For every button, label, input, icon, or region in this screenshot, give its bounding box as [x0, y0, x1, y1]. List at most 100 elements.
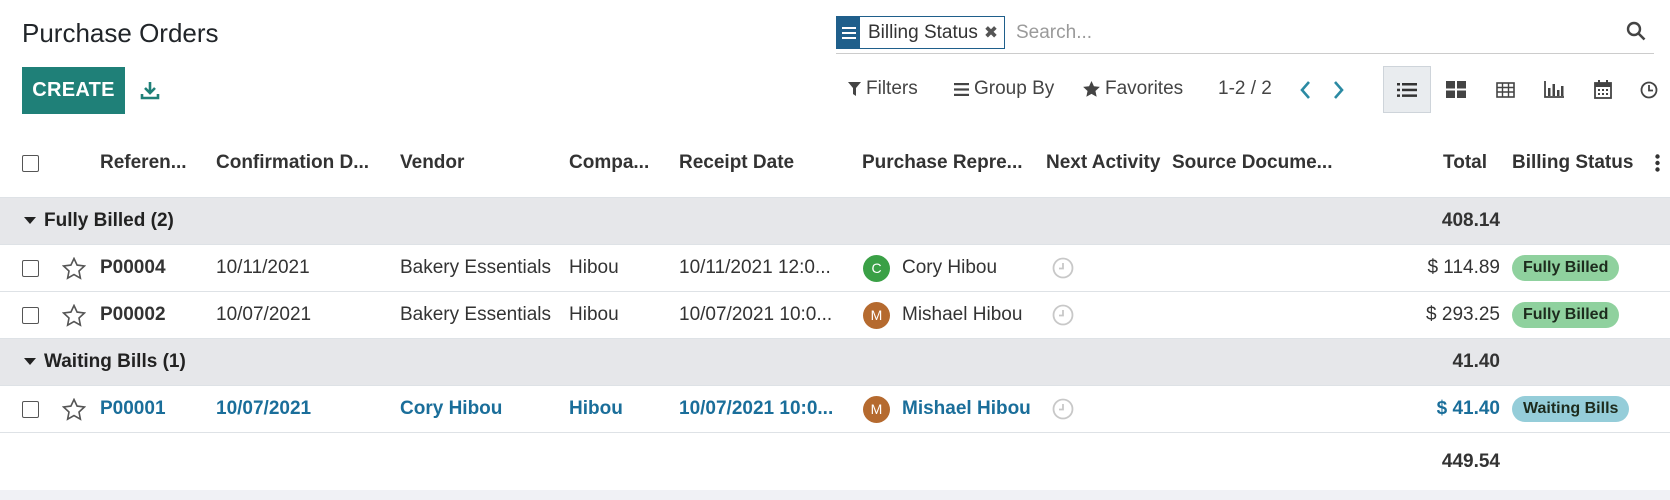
cell-vendor: Cory Hibou — [400, 398, 503, 419]
table-row[interactable]: P00004 10/11/2021 Bakery Essentials Hibo… — [0, 245, 1670, 292]
table-row[interactable]: P00001 10/07/2021 Cory Hibou Hibou 10/07… — [0, 386, 1670, 433]
facet-label: Billing Status — [868, 21, 978, 43]
column-header-purchase-representative[interactable]: Purchase Repre... — [862, 129, 1042, 197]
avatar: M — [863, 301, 890, 329]
cell-billing-status: Fully Billed — [1512, 292, 1652, 338]
pivot-view-icon — [1495, 81, 1515, 98]
cell-reference: P00002 — [100, 304, 166, 325]
table-row[interactable]: P00002 10/07/2021 Bakery Essentials Hibo… — [0, 292, 1670, 339]
representative-name: Mishael Hibou — [902, 304, 1023, 325]
cell-source-document — [1172, 245, 1347, 291]
clock-icon — [1052, 304, 1074, 326]
grand-total: 449.54 — [1441, 450, 1500, 472]
pager-value[interactable]: 1-2 / 2 — [1218, 78, 1272, 100]
chevron-left-icon — [1299, 81, 1310, 99]
column-header-confirmation-date[interactable]: Confirmation D... — [216, 129, 374, 197]
column-header-billing-status[interactable]: Billing Status — [1512, 129, 1642, 197]
cell-reference: P00001 — [100, 398, 166, 419]
filter-icon — [848, 82, 861, 96]
group-by-dropdown[interactable]: Group By — [954, 78, 1054, 100]
cell-receipt-date: 10/07/2021 10:0... — [679, 304, 833, 325]
activity-view-button[interactable] — [1628, 66, 1670, 113]
column-header-total[interactable]: Total — [1380, 129, 1487, 197]
priority-star[interactable] — [62, 292, 88, 338]
priority-star[interactable] — [62, 386, 88, 432]
group-row-waiting-bills[interactable]: Waiting Bills (1) 41.40 — [0, 339, 1670, 386]
cell-next-activity[interactable] — [1052, 292, 1082, 338]
avatar: C — [863, 254, 890, 282]
cell-billing-status: Fully Billed — [1512, 245, 1652, 291]
calendar-view-button[interactable] — [1579, 66, 1627, 113]
pager-next-button[interactable] — [1328, 78, 1348, 102]
status-badge: Fully Billed — [1512, 302, 1620, 328]
cell-purchase-representative: M Mishael Hibou — [863, 292, 1043, 338]
column-header-receipt-date[interactable]: Receipt Date — [679, 129, 849, 197]
column-header-reference[interactable]: Referen... — [100, 129, 200, 197]
cell-company: Hibou — [569, 304, 619, 325]
status-badge: Waiting Bills — [1512, 396, 1630, 422]
cell-reference: P00004 — [100, 257, 166, 278]
pivot-view-button[interactable] — [1481, 66, 1529, 113]
representative-name: Mishael Hibou — [902, 398, 1031, 419]
caret-down-icon — [24, 217, 36, 224]
column-header-company[interactable]: Compa... — [569, 129, 664, 197]
status-badge: Fully Billed — [1512, 255, 1620, 281]
graph-view-button[interactable] — [1530, 66, 1578, 113]
cell-confirmation-date: 10/07/2021 — [216, 398, 312, 419]
cell-billing-status: Waiting Bills — [1512, 386, 1652, 432]
group-header: Fully Billed (2) — [24, 198, 324, 244]
group-total: 408.14 — [1441, 210, 1500, 231]
cell-company: Hibou — [569, 257, 619, 278]
optional-columns-toggle[interactable] — [1650, 129, 1664, 197]
column-header-vendor[interactable]: Vendor — [400, 129, 550, 197]
group-row-fully-billed[interactable]: Fully Billed (2) 408.14 — [0, 198, 1670, 245]
cell-source-document — [1172, 386, 1347, 432]
cell-total: $ 293.25 — [1426, 304, 1500, 325]
search-facet[interactable]: Billing Status ✖ — [836, 16, 1006, 49]
column-header-next-activity[interactable]: Next Activity — [1046, 129, 1171, 197]
filters-dropdown[interactable]: Filters — [848, 78, 918, 100]
create-button[interactable]: CREATE — [22, 67, 125, 114]
favorites-dropdown[interactable]: Favorites — [1083, 78, 1183, 100]
star-icon — [62, 397, 86, 421]
activity-view-icon — [1640, 81, 1658, 98]
cell-purchase-representative: C Cory Hibou — [863, 245, 1043, 291]
cell-total: $ 114.89 — [1427, 257, 1500, 278]
row-checkbox[interactable] — [22, 400, 39, 418]
cell-total: $ 41.40 — [1436, 398, 1500, 419]
select-all-checkbox[interactable] — [22, 154, 39, 172]
cell-next-activity[interactable] — [1052, 245, 1082, 291]
list-view-button[interactable] — [1383, 66, 1431, 113]
avatar: M — [863, 395, 890, 423]
chevron-right-icon — [1333, 81, 1344, 99]
grand-total-row: 449.54 — [0, 433, 1670, 490]
clock-icon — [1052, 398, 1074, 420]
download-button[interactable] — [136, 76, 164, 104]
select-all-cell — [22, 129, 42, 197]
search-input[interactable] — [1016, 18, 1576, 48]
pager-previous-button[interactable] — [1295, 78, 1315, 102]
star-icon — [1083, 81, 1100, 97]
caret-down-icon — [24, 358, 36, 365]
row-checkbox[interactable] — [22, 259, 39, 277]
representative-name: Cory Hibou — [902, 257, 998, 278]
group-header: Waiting Bills (1) — [24, 339, 324, 385]
column-header-source-document[interactable]: Source Docume... — [1172, 129, 1347, 197]
hamburger-icon — [837, 17, 860, 48]
calendar-view-icon — [1594, 80, 1612, 99]
page-title: Purchase Orders — [22, 18, 219, 48]
clock-icon — [1052, 257, 1074, 279]
search-icon[interactable] — [1626, 21, 1646, 41]
search-bar: Billing Status ✖ — [836, 16, 1654, 54]
filters-label: Filters — [866, 78, 918, 99]
row-checkbox[interactable] — [22, 306, 39, 324]
facet-remove-icon[interactable]: ✖ — [984, 23, 1004, 43]
favorites-label: Favorites — [1105, 78, 1184, 99]
priority-star[interactable] — [62, 245, 88, 291]
cell-receipt-date: 10/07/2021 10:0... — [679, 398, 834, 419]
kanban-view-button[interactable] — [1432, 66, 1480, 113]
cell-purchase-representative: M Mishael Hibou — [863, 386, 1043, 432]
cell-next-activity[interactable] — [1052, 386, 1082, 432]
group-label: Waiting Bills (1) — [44, 351, 186, 372]
row-select-cell — [22, 386, 42, 432]
